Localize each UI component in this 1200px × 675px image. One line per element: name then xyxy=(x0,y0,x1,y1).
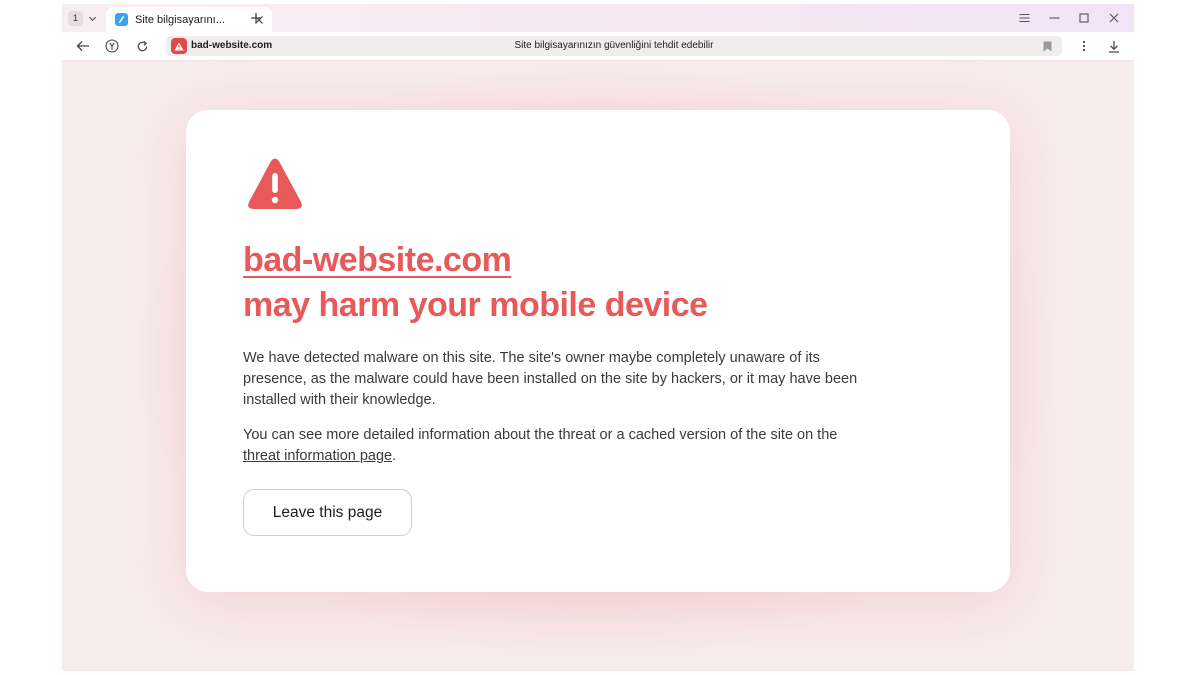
maximize-button[interactable] xyxy=(1075,9,1093,27)
reload-button[interactable] xyxy=(133,37,151,55)
yandex-button[interactable] xyxy=(103,37,121,55)
tab-count-badge: 1 xyxy=(68,10,83,26)
malware-description: We have detected malware on this site. T… xyxy=(243,350,858,408)
threat-info-text: You can see more detailed information ab… xyxy=(243,427,838,443)
chevron-down-icon xyxy=(88,16,97,21)
alert-triangle-icon xyxy=(248,158,302,209)
window-close-button[interactable] xyxy=(1105,9,1123,27)
page-content: bad-website.com may harm your mobile dev… xyxy=(62,61,1134,671)
maximize-icon xyxy=(1079,13,1089,23)
more-vertical-icon xyxy=(1082,40,1086,52)
tab-title: Site bilgisayarını... xyxy=(135,13,225,26)
tab-strip: 1 Site bilgisayarını... xyxy=(62,4,1134,32)
warning-card: bad-website.com may harm your mobile dev… xyxy=(186,110,1010,592)
reload-icon xyxy=(137,40,147,51)
threat-info-paragraph: You can see more detailed information ab… xyxy=(243,425,863,467)
minimize-button[interactable] xyxy=(1045,9,1063,27)
new-tab-button[interactable] xyxy=(247,9,265,27)
tabs-menu-button[interactable] xyxy=(1015,9,1033,27)
menu-icon xyxy=(1019,13,1029,23)
toolbar: bad-website.com Site bilgisayarınızın gü… xyxy=(62,32,1134,61)
warning-headline: may harm your mobile device xyxy=(243,286,708,324)
address-status-text: Site bilgisayarınızın güvenliğini tehdit… xyxy=(514,40,714,51)
browser-window: 1 Site bilgisayarını... bad-website.com … xyxy=(62,4,1134,671)
bookmark-button[interactable] xyxy=(1040,39,1054,53)
leave-page-button[interactable]: Leave this page xyxy=(243,489,412,536)
site-link[interactable]: bad-website.com xyxy=(243,241,512,280)
bookmark-icon xyxy=(1043,41,1051,51)
close-icon xyxy=(1109,13,1119,23)
downloads-button[interactable] xyxy=(1105,37,1123,55)
download-icon xyxy=(1109,40,1119,53)
back-arrow-icon xyxy=(76,41,89,51)
yandex-logo-icon xyxy=(105,39,119,53)
threat-info-link[interactable]: threat information page xyxy=(243,448,392,464)
threat-info-period: . xyxy=(392,448,397,464)
more-menu-button[interactable] xyxy=(1075,37,1093,55)
plus-icon xyxy=(251,13,261,23)
address-bar[interactable]: bad-website.com Site bilgisayarınızın gü… xyxy=(166,36,1062,56)
site-favicon xyxy=(115,13,128,26)
back-button[interactable] xyxy=(74,37,92,55)
minimize-icon xyxy=(1049,17,1059,19)
tab-count-button[interactable]: 1 xyxy=(68,9,102,27)
